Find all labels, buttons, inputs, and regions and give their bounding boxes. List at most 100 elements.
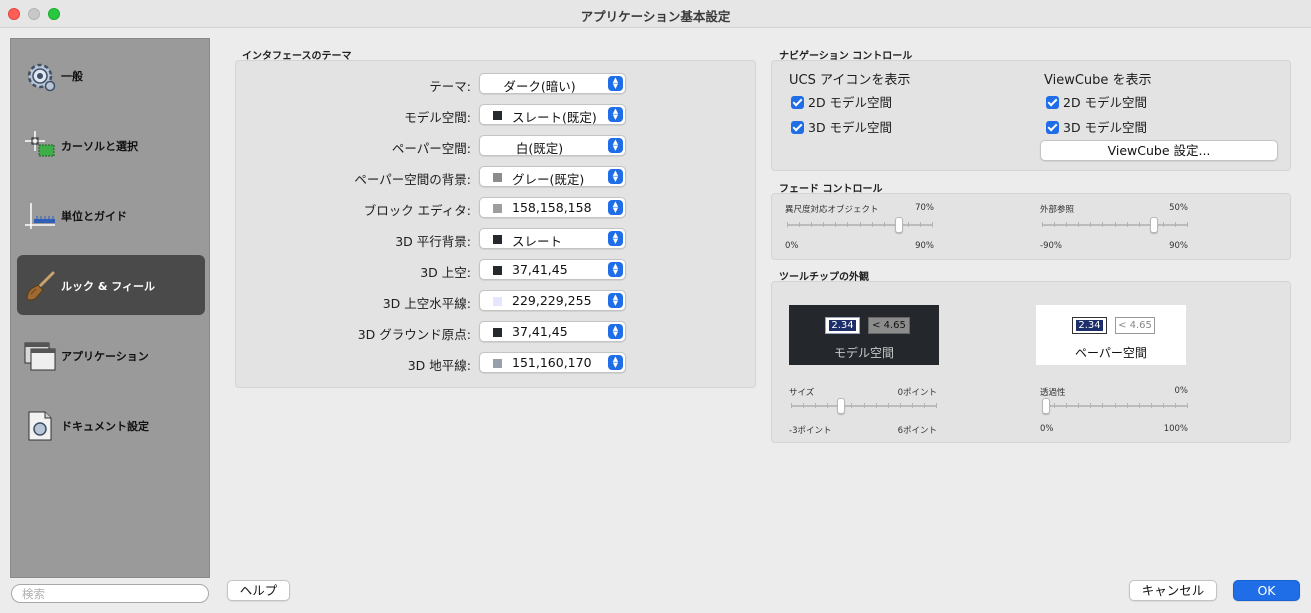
tooltip-size-slider[interactable] xyxy=(791,397,937,415)
slider-knob[interactable] xyxy=(1150,217,1158,233)
theme-row-label: ペーパー空間: xyxy=(391,141,471,156)
slider-tick xyxy=(884,222,885,227)
checkbox-checked-icon[interactable] xyxy=(1046,121,1059,134)
color-swatch xyxy=(493,235,502,244)
viewcube-2d-checkbox[interactable]: 2D モデル空間 xyxy=(1046,92,1147,111)
tooltip-transparency-slider[interactable] xyxy=(1042,397,1188,415)
slider-tick xyxy=(1078,222,1079,227)
sidebar-item-label: 一般 xyxy=(61,70,83,83)
slider-tick xyxy=(835,222,836,227)
slider-tick xyxy=(932,222,933,227)
theme-row-label: 3D 上空: xyxy=(420,265,471,280)
theme-row-select[interactable]: ダーク(暗い) ▲ ▼ xyxy=(479,73,626,94)
theme-row-label: 3D 地平線: xyxy=(407,358,471,373)
slider-tick xyxy=(908,222,909,227)
tooltip-input-sample: 2.34 xyxy=(825,317,860,334)
theme-row-select[interactable]: グレー(既定) ▲ ▼ xyxy=(479,166,626,187)
theme-row-label: 3D 上空水平線: xyxy=(382,296,471,311)
slider-tick xyxy=(1139,403,1140,408)
slider-tick xyxy=(1151,403,1152,408)
help-button[interactable]: ヘルプ xyxy=(227,580,290,601)
sidebar-item-label: ドキュメント設定 xyxy=(61,420,149,433)
theme-row-select[interactable]: スレート(既定) ▲ ▼ xyxy=(479,104,626,125)
slider-knob[interactable] xyxy=(895,217,903,233)
xref-fade-label: 外部参照 xyxy=(1040,205,1075,215)
checkbox-checked-icon[interactable] xyxy=(1046,96,1059,109)
slider-tick xyxy=(864,403,865,408)
paper-space-preview-label: ペーパー空間 xyxy=(1075,346,1147,360)
slider-tick xyxy=(1090,403,1091,408)
select-value: スレート xyxy=(512,234,563,249)
xref-fade-min: -90% xyxy=(1040,241,1062,251)
annotative-fade-max: 90% xyxy=(915,241,934,251)
slider-tick xyxy=(827,403,828,408)
sidebar-item-cursor-selection[interactable]: カーソルと選択 xyxy=(17,115,205,175)
slider-tick xyxy=(872,222,873,227)
window-icon xyxy=(24,342,56,371)
xref-fade-slider[interactable] xyxy=(1042,216,1188,234)
select-value: 37,41,45 xyxy=(512,324,568,339)
tooltip-hint-sample: < 4.65 xyxy=(1115,317,1155,334)
slider-tick xyxy=(1054,403,1055,408)
cancel-button[interactable]: キャンセル xyxy=(1129,580,1217,601)
theme-row-select[interactable]: 158,158,158 ▲ ▼ xyxy=(479,197,626,218)
ok-button[interactable]: OK xyxy=(1233,580,1300,601)
theme-row-label: テーマ: xyxy=(429,79,471,94)
color-swatch xyxy=(493,111,502,120)
slider-knob[interactable] xyxy=(837,398,845,414)
window-title: アプリケーション基本設定 xyxy=(580,9,731,24)
model-space-preview-label: モデル空間 xyxy=(833,346,894,360)
slider-tick xyxy=(924,403,925,408)
sidebar-item-general[interactable]: 一般 xyxy=(17,45,205,105)
ucs-2d-checkbox[interactable]: 2D モデル空間 xyxy=(791,92,892,111)
sidebar-item-document-settings[interactable]: ドキュメント設定 xyxy=(17,395,205,455)
slider-tick xyxy=(900,403,901,408)
slider-tick xyxy=(1090,222,1091,227)
select-value: スレート(既定) xyxy=(512,110,597,125)
up-down-chevron-icon: ▲ ▼ xyxy=(608,231,623,246)
theme-row-select[interactable]: スレート ▲ ▼ xyxy=(479,228,626,249)
checkbox-checked-icon[interactable] xyxy=(791,121,804,134)
ucs-3d-checkbox[interactable]: 3D モデル空間 xyxy=(791,117,892,136)
viewcube-title: ViewCube を表示 xyxy=(1044,73,1152,88)
slider-tick xyxy=(1102,222,1103,227)
search-input[interactable]: 検索 xyxy=(11,584,209,603)
viewcube-3d-checkbox[interactable]: 3D モデル空間 xyxy=(1046,117,1147,136)
sidebar-item-label: アプリケーション xyxy=(61,350,149,363)
slider-tick xyxy=(1102,403,1103,408)
color-swatch xyxy=(493,266,502,275)
slider-tick xyxy=(1163,222,1164,227)
slider-tick xyxy=(1127,222,1128,227)
up-down-chevron-icon: ▲ ▼ xyxy=(608,76,623,91)
checkbox-checked-icon[interactable] xyxy=(791,96,804,109)
slider-tick xyxy=(787,222,788,227)
select-value: 白(既定) xyxy=(515,141,564,156)
slider-tick xyxy=(1066,403,1067,408)
title-bar: アプリケーション基本設定 xyxy=(0,0,1311,28)
slider-tick xyxy=(1042,222,1043,227)
sidebar-item-look-feel[interactable]: ルック & フィール xyxy=(17,255,205,315)
viewcube-settings-button[interactable]: ViewCube 設定... xyxy=(1040,140,1278,161)
up-down-chevron-icon: ▲ ▼ xyxy=(608,293,623,308)
theme-row-select[interactable]: 229,229,255 ▲ ▼ xyxy=(479,290,626,311)
tooltip-hint-sample: < 4.65 xyxy=(868,317,910,334)
slider-knob[interactable] xyxy=(1042,398,1050,414)
theme-row-select[interactable]: 37,41,45 ▲ ▼ xyxy=(479,321,626,342)
theme-row-label: ペーパー空間の背景: xyxy=(354,172,471,187)
theme-row-select[interactable]: 151,160,170 ▲ ▼ xyxy=(479,352,626,373)
sidebar-item-units-guides[interactable]: 単位とガイド xyxy=(17,185,205,245)
slider-tick xyxy=(1187,222,1188,227)
sidebar-item-application[interactable]: アプリケーション xyxy=(17,325,205,385)
document-icon xyxy=(28,411,52,441)
up-down-chevron-icon: ▲ ▼ xyxy=(608,355,623,370)
annotative-fade-value: 70% xyxy=(915,203,934,213)
annotative-fade-slider[interactable] xyxy=(787,216,933,234)
theme-row-select[interactable]: 白(既定) ▲ ▼ xyxy=(479,135,626,156)
slider-tick xyxy=(799,222,800,227)
ruler-icon xyxy=(25,203,55,229)
annotative-fade-label: 異尺度対応オブジェクト xyxy=(785,205,879,215)
brush-icon xyxy=(26,271,55,301)
theme-row-select[interactable]: 37,41,45 ▲ ▼ xyxy=(479,259,626,280)
slider-tick xyxy=(1078,403,1079,408)
slider-tick xyxy=(1115,403,1116,408)
